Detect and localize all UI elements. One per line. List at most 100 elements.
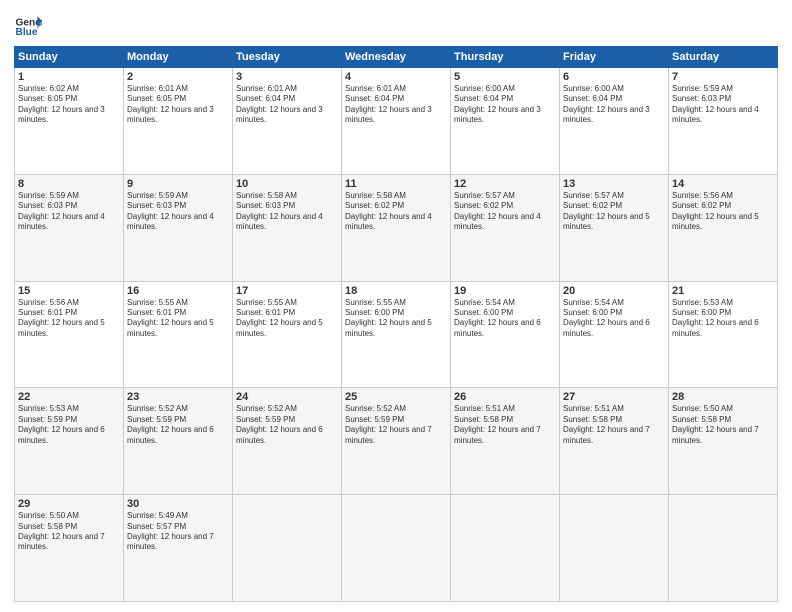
calendar-cell: 2Sunrise: 6:01 AMSunset: 6:05 PMDaylight… <box>124 68 233 175</box>
day-number: 28 <box>672 391 774 403</box>
cell-info: Sunrise: 6:01 AMSunset: 6:04 PMDaylight:… <box>236 84 338 126</box>
calendar-week-1: 1Sunrise: 6:02 AMSunset: 6:05 PMDaylight… <box>15 68 778 175</box>
cell-info: Sunrise: 6:01 AMSunset: 6:04 PMDaylight:… <box>345 84 447 126</box>
day-number: 30 <box>127 498 229 510</box>
svg-text:Blue: Blue <box>16 27 38 38</box>
calendar-cell <box>451 495 560 602</box>
cell-info: Sunrise: 5:53 AMSunset: 6:00 PMDaylight:… <box>672 298 774 340</box>
calendar-cell: 15Sunrise: 5:56 AMSunset: 6:01 PMDayligh… <box>15 281 124 388</box>
cell-info: Sunrise: 5:59 AMSunset: 6:03 PMDaylight:… <box>127 191 229 233</box>
day-number: 23 <box>127 391 229 403</box>
calendar-cell: 27Sunrise: 5:51 AMSunset: 5:58 PMDayligh… <box>560 388 669 495</box>
calendar-cell: 14Sunrise: 5:56 AMSunset: 6:02 PMDayligh… <box>669 174 778 281</box>
calendar-cell: 10Sunrise: 5:58 AMSunset: 6:03 PMDayligh… <box>233 174 342 281</box>
calendar-header-friday: Friday <box>560 47 669 68</box>
day-number: 7 <box>672 71 774 83</box>
day-number: 24 <box>236 391 338 403</box>
cell-info: Sunrise: 6:02 AMSunset: 6:05 PMDaylight:… <box>18 84 120 126</box>
cell-info: Sunrise: 5:57 AMSunset: 6:02 PMDaylight:… <box>454 191 556 233</box>
calendar-cell: 21Sunrise: 5:53 AMSunset: 6:00 PMDayligh… <box>669 281 778 388</box>
day-number: 3 <box>236 71 338 83</box>
day-number: 12 <box>454 178 556 190</box>
cell-info: Sunrise: 5:55 AMSunset: 6:00 PMDaylight:… <box>345 298 447 340</box>
cell-info: Sunrise: 5:54 AMSunset: 6:00 PMDaylight:… <box>454 298 556 340</box>
day-number: 4 <box>345 71 447 83</box>
calendar-cell: 12Sunrise: 5:57 AMSunset: 6:02 PMDayligh… <box>451 174 560 281</box>
calendar-cell: 6Sunrise: 6:00 AMSunset: 6:04 PMDaylight… <box>560 68 669 175</box>
day-number: 20 <box>563 285 665 297</box>
cell-info: Sunrise: 5:57 AMSunset: 6:02 PMDaylight:… <box>563 191 665 233</box>
cell-info: Sunrise: 5:51 AMSunset: 5:58 PMDaylight:… <box>563 404 665 446</box>
cell-info: Sunrise: 5:58 AMSunset: 6:03 PMDaylight:… <box>236 191 338 233</box>
calendar-cell <box>669 495 778 602</box>
cell-info: Sunrise: 5:54 AMSunset: 6:00 PMDaylight:… <box>563 298 665 340</box>
cell-info: Sunrise: 5:58 AMSunset: 6:02 PMDaylight:… <box>345 191 447 233</box>
cell-info: Sunrise: 5:59 AMSunset: 6:03 PMDaylight:… <box>672 84 774 126</box>
calendar-cell: 20Sunrise: 5:54 AMSunset: 6:00 PMDayligh… <box>560 281 669 388</box>
calendar-cell <box>342 495 451 602</box>
cell-info: Sunrise: 6:00 AMSunset: 6:04 PMDaylight:… <box>563 84 665 126</box>
day-number: 13 <box>563 178 665 190</box>
calendar-header-thursday: Thursday <box>451 47 560 68</box>
calendar-cell: 26Sunrise: 5:51 AMSunset: 5:58 PMDayligh… <box>451 388 560 495</box>
calendar-week-2: 8Sunrise: 5:59 AMSunset: 6:03 PMDaylight… <box>15 174 778 281</box>
cell-info: Sunrise: 5:59 AMSunset: 6:03 PMDaylight:… <box>18 191 120 233</box>
calendar-cell: 25Sunrise: 5:52 AMSunset: 5:59 PMDayligh… <box>342 388 451 495</box>
calendar-table: SundayMondayTuesdayWednesdayThursdayFrid… <box>14 46 778 602</box>
cell-info: Sunrise: 6:00 AMSunset: 6:04 PMDaylight:… <box>454 84 556 126</box>
cell-info: Sunrise: 5:56 AMSunset: 6:01 PMDaylight:… <box>18 298 120 340</box>
day-number: 25 <box>345 391 447 403</box>
calendar-cell: 3Sunrise: 6:01 AMSunset: 6:04 PMDaylight… <box>233 68 342 175</box>
day-number: 14 <box>672 178 774 190</box>
day-number: 17 <box>236 285 338 297</box>
calendar-header-sunday: Sunday <box>15 47 124 68</box>
cell-info: Sunrise: 5:56 AMSunset: 6:02 PMDaylight:… <box>672 191 774 233</box>
day-number: 27 <box>563 391 665 403</box>
day-number: 11 <box>345 178 447 190</box>
calendar-cell: 11Sunrise: 5:58 AMSunset: 6:02 PMDayligh… <box>342 174 451 281</box>
cell-info: Sunrise: 5:55 AMSunset: 6:01 PMDaylight:… <box>236 298 338 340</box>
cell-info: Sunrise: 5:50 AMSunset: 5:58 PMDaylight:… <box>18 511 120 553</box>
calendar-cell: 28Sunrise: 5:50 AMSunset: 5:58 PMDayligh… <box>669 388 778 495</box>
calendar-week-4: 22Sunrise: 5:53 AMSunset: 5:59 PMDayligh… <box>15 388 778 495</box>
day-number: 9 <box>127 178 229 190</box>
calendar-cell: 23Sunrise: 5:52 AMSunset: 5:59 PMDayligh… <box>124 388 233 495</box>
day-number: 15 <box>18 285 120 297</box>
day-number: 22 <box>18 391 120 403</box>
day-number: 1 <box>18 71 120 83</box>
day-number: 6 <box>563 71 665 83</box>
day-number: 19 <box>454 285 556 297</box>
cell-info: Sunrise: 5:51 AMSunset: 5:58 PMDaylight:… <box>454 404 556 446</box>
calendar-cell: 18Sunrise: 5:55 AMSunset: 6:00 PMDayligh… <box>342 281 451 388</box>
header: General Blue <box>14 10 778 38</box>
calendar-cell: 30Sunrise: 5:49 AMSunset: 5:57 PMDayligh… <box>124 495 233 602</box>
calendar-cell <box>560 495 669 602</box>
day-number: 18 <box>345 285 447 297</box>
calendar-header-wednesday: Wednesday <box>342 47 451 68</box>
calendar-week-3: 15Sunrise: 5:56 AMSunset: 6:01 PMDayligh… <box>15 281 778 388</box>
calendar-cell: 24Sunrise: 5:52 AMSunset: 5:59 PMDayligh… <box>233 388 342 495</box>
cell-info: Sunrise: 5:50 AMSunset: 5:58 PMDaylight:… <box>672 404 774 446</box>
cell-info: Sunrise: 5:52 AMSunset: 5:59 PMDaylight:… <box>236 404 338 446</box>
logo: General Blue <box>14 10 42 38</box>
calendar-header-monday: Monday <box>124 47 233 68</box>
calendar-cell: 5Sunrise: 6:00 AMSunset: 6:04 PMDaylight… <box>451 68 560 175</box>
calendar-cell: 29Sunrise: 5:50 AMSunset: 5:58 PMDayligh… <box>15 495 124 602</box>
calendar-cell: 1Sunrise: 6:02 AMSunset: 6:05 PMDaylight… <box>15 68 124 175</box>
day-number: 10 <box>236 178 338 190</box>
logo-icon: General Blue <box>14 10 42 38</box>
calendar-cell: 19Sunrise: 5:54 AMSunset: 6:00 PMDayligh… <box>451 281 560 388</box>
day-number: 2 <box>127 71 229 83</box>
calendar-cell: 22Sunrise: 5:53 AMSunset: 5:59 PMDayligh… <box>15 388 124 495</box>
cell-info: Sunrise: 5:49 AMSunset: 5:57 PMDaylight:… <box>127 511 229 553</box>
calendar-header-tuesday: Tuesday <box>233 47 342 68</box>
calendar-cell: 9Sunrise: 5:59 AMSunset: 6:03 PMDaylight… <box>124 174 233 281</box>
cell-info: Sunrise: 6:01 AMSunset: 6:05 PMDaylight:… <box>127 84 229 126</box>
calendar-cell: 16Sunrise: 5:55 AMSunset: 6:01 PMDayligh… <box>124 281 233 388</box>
cell-info: Sunrise: 5:55 AMSunset: 6:01 PMDaylight:… <box>127 298 229 340</box>
calendar-cell: 17Sunrise: 5:55 AMSunset: 6:01 PMDayligh… <box>233 281 342 388</box>
calendar-cell: 13Sunrise: 5:57 AMSunset: 6:02 PMDayligh… <box>560 174 669 281</box>
day-number: 16 <box>127 285 229 297</box>
day-number: 8 <box>18 178 120 190</box>
calendar-cell: 4Sunrise: 6:01 AMSunset: 6:04 PMDaylight… <box>342 68 451 175</box>
